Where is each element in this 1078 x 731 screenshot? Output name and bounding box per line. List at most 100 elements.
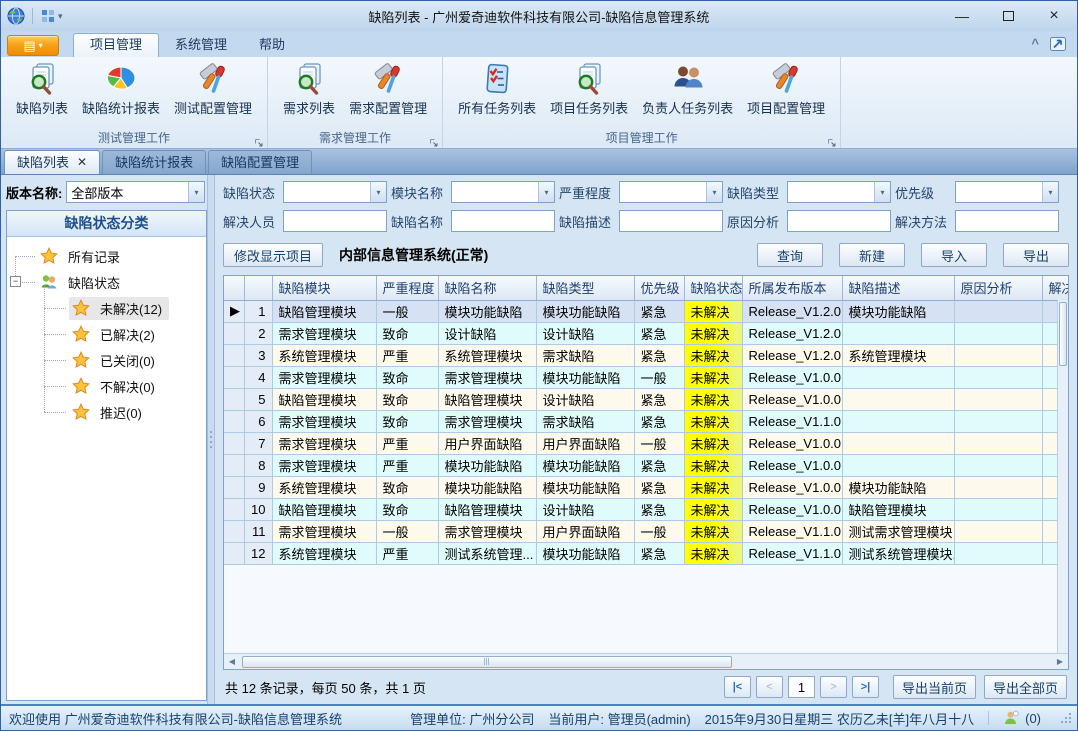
grid-cell[interactable]: Release_V1.0.0 xyxy=(742,432,842,454)
grid-column-header-3[interactable]: 缺陷类型 xyxy=(536,276,634,300)
action-button-0[interactable]: 查询 xyxy=(757,243,823,267)
grid-cell[interactable]: 未解决 xyxy=(684,520,742,542)
combo-dropdown-icon[interactable]: ▾ xyxy=(538,182,554,202)
combo-dropdown-icon[interactable]: ▾ xyxy=(874,182,890,202)
grid-cell[interactable]: Release_V1.2.0 xyxy=(742,300,842,322)
grid-cell[interactable]: 致命 xyxy=(376,476,438,498)
tree-item-0[interactable]: 所有记录 xyxy=(7,243,206,269)
grid-cell[interactable]: 未解决 xyxy=(684,300,742,322)
export-current-page-button[interactable]: 导出当前页 xyxy=(893,675,976,699)
close-button[interactable]: × xyxy=(1031,1,1077,31)
grid-cell[interactable]: 紧急 xyxy=(634,344,684,366)
grid-column-header-5[interactable]: 缺陷状态 xyxy=(684,276,742,300)
grid-cell[interactable]: 紧急 xyxy=(634,454,684,476)
export-all-pages-button[interactable]: 导出全部页 xyxy=(984,675,1067,699)
filter-combobox-2[interactable]: ▾ xyxy=(619,181,723,203)
ribbon-button-0-1[interactable]: 缺陷统计报表 xyxy=(75,60,167,119)
grid-cell[interactable]: 紧急 xyxy=(634,388,684,410)
grid-cell[interactable]: Release_V1.0.0 xyxy=(742,498,842,520)
grid-cell[interactable]: 需求管理模块 xyxy=(272,432,376,454)
grid-cell[interactable]: 模块功能缺陷 xyxy=(536,366,634,388)
grid-cell[interactable]: Release_V1.0.0 xyxy=(742,454,842,476)
grid-cell[interactable]: 一般 xyxy=(634,520,684,542)
grid-cell[interactable]: 需求管理模块 xyxy=(272,322,376,344)
filter-text-input-0[interactable] xyxy=(283,210,387,232)
grid-cell[interactable] xyxy=(954,300,1042,322)
grid-cell[interactable] xyxy=(954,388,1042,410)
panel-splitter[interactable] xyxy=(207,175,215,704)
grid-cell[interactable]: 设计缺陷 xyxy=(536,498,634,520)
grid-cell[interactable]: 严重 xyxy=(376,454,438,476)
app-menu-button[interactable]: ▤ ▾ xyxy=(7,35,59,56)
grid-cell[interactable]: 缺陷管理模块 xyxy=(272,388,376,410)
scroll-right-icon[interactable]: ▶ xyxy=(1052,657,1068,666)
grid-cell[interactable]: 设计缺陷 xyxy=(536,388,634,410)
grid-cell[interactable]: 缺陷管理模块 xyxy=(842,498,954,520)
grid-cell[interactable]: 严重 xyxy=(376,542,438,564)
document-tab-0[interactable]: 缺陷列表✕ xyxy=(4,150,100,174)
grid-cell[interactable] xyxy=(842,432,954,454)
grid-cell[interactable]: 致命 xyxy=(376,322,438,344)
grid-cell[interactable]: Release_V1.0.0 xyxy=(742,366,842,388)
grid-cell[interactable]: 未解决 xyxy=(684,410,742,432)
dialog-launcher-icon[interactable] xyxy=(254,135,264,145)
maximize-button[interactable] xyxy=(985,1,1031,31)
tree-item-5[interactable]: 不解决(0) xyxy=(7,373,206,399)
online-user-icon[interactable] xyxy=(1003,710,1019,726)
grid-cell[interactable]: 测试系统管理... xyxy=(438,542,536,564)
grid-cell[interactable] xyxy=(954,542,1042,564)
grid-cell[interactable]: 系统管理模块 xyxy=(842,344,954,366)
version-combobox[interactable]: 全部版本 ▾ xyxy=(66,181,205,203)
document-tab-1[interactable]: 缺陷统计报表 xyxy=(102,150,206,174)
filter-combobox-1[interactable]: ▾ xyxy=(451,181,555,203)
tree-item-3[interactable]: 已解决(2) xyxy=(7,321,206,347)
grid-cell[interactable]: 需求管理模块 xyxy=(272,366,376,388)
quick-access-icon[interactable] xyxy=(40,8,56,24)
ribbon-button-2-0[interactable]: 所有任务列表 xyxy=(451,60,543,119)
grid-cell[interactable]: 严重 xyxy=(376,344,438,366)
minimize-button[interactable]: — xyxy=(939,1,985,31)
filter-text-input-3[interactable] xyxy=(787,210,891,232)
grid-column-header-2[interactable]: 缺陷名称 xyxy=(438,276,536,300)
scroll-left-icon[interactable]: ◀ xyxy=(224,657,240,666)
grid-cell[interactable]: Release_V1.2.0 xyxy=(742,344,842,366)
grid-cell[interactable] xyxy=(954,366,1042,388)
grid-cell[interactable]: 模块功能缺陷 xyxy=(438,476,536,498)
grid-cell[interactable] xyxy=(954,410,1042,432)
grid-cell[interactable]: 一般 xyxy=(634,366,684,388)
grid-cell[interactable]: 模块功能缺陷 xyxy=(438,300,536,322)
ribbon-button-0-2[interactable]: 测试配置管理 xyxy=(167,60,259,119)
table-row[interactable]: 6需求管理模块致命需求管理模块需求缺陷紧急未解决Release_V1.1.0 xyxy=(224,410,1068,432)
grid-cell[interactable]: 未解决 xyxy=(684,542,742,564)
grid-cell[interactable]: 系统管理模块 xyxy=(272,542,376,564)
grid-cell[interactable]: Release_V1.1.0 xyxy=(742,520,842,542)
ribbon-tab-1[interactable]: 系统管理 xyxy=(159,33,243,57)
grid-cell[interactable]: 模块功能缺陷 xyxy=(536,542,634,564)
table-row[interactable]: ▶1缺陷管理模块一般模块功能缺陷模块功能缺陷紧急未解决Release_V1.2.… xyxy=(224,300,1068,322)
grid-cell[interactable]: 致命 xyxy=(376,410,438,432)
grid-cell[interactable] xyxy=(842,366,954,388)
grid-cell[interactable]: 紧急 xyxy=(634,542,684,564)
grid-cell[interactable]: 需求管理模块 xyxy=(438,410,536,432)
table-row[interactable]: 4需求管理模块致命需求管理模块模块功能缺陷一般未解决Release_V1.0.0 xyxy=(224,366,1068,388)
grid-cell[interactable]: 未解决 xyxy=(684,388,742,410)
grid-cell[interactable]: 一般 xyxy=(634,432,684,454)
table-row[interactable]: 7需求管理模块严重用户界面缺陷用户界面缺陷一般未解决Release_V1.0.0 xyxy=(224,432,1068,454)
grid-cell[interactable]: 紧急 xyxy=(634,476,684,498)
table-row[interactable]: 9系统管理模块致命模块功能缺陷模块功能缺陷紧急未解决Release_V1.0.0… xyxy=(224,476,1068,498)
grid-cell[interactable]: 未解决 xyxy=(684,344,742,366)
grid-cell[interactable]: 严重 xyxy=(376,432,438,454)
grid-cell[interactable]: 需求管理模块 xyxy=(438,366,536,388)
grid-cell[interactable]: 模块功能缺陷 xyxy=(536,300,634,322)
grid-column-header-4[interactable]: 优先级 xyxy=(634,276,684,300)
quick-access-caret-icon[interactable]: ▾ xyxy=(58,11,63,22)
grid-cell[interactable] xyxy=(842,410,954,432)
prev-page-button[interactable]: < xyxy=(756,676,783,698)
grid-cell[interactable]: 未解决 xyxy=(684,432,742,454)
grid-cell[interactable]: 一般 xyxy=(376,520,438,542)
ribbon-button-2-3[interactable]: 项目配置管理 xyxy=(740,60,832,119)
horizontal-scrollbar[interactable]: ◀ ▶ xyxy=(224,653,1068,669)
grid-cell[interactable]: 用户界面缺陷 xyxy=(536,432,634,454)
tree-item-2[interactable]: 未解决(12) xyxy=(7,295,206,321)
table-row[interactable]: 5缺陷管理模块致命缺陷管理模块设计缺陷紧急未解决Release_V1.0.0 xyxy=(224,388,1068,410)
